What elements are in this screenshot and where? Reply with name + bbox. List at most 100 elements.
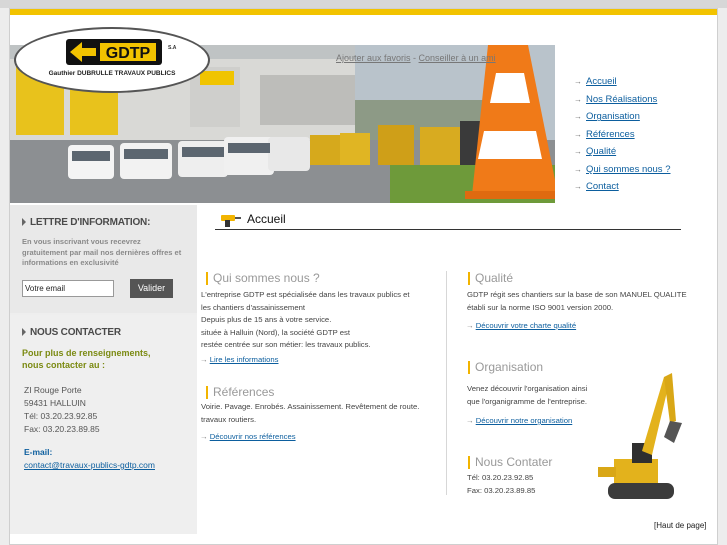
contact-address: ZI Rouge Porte 59431 HALLUIN Tél: 03.20.… (24, 384, 100, 436)
contacter-text: Tél: 03.20.23.92.85 Fax: 03.20.23.89.85 (467, 472, 617, 497)
heading-accent-bar (468, 455, 470, 469)
page-container: GDTP S.A Gauthier DUBRULLE TRAVAUX PUBLI… (9, 8, 718, 545)
arrow-right-icon: → (574, 94, 582, 104)
qui-link-row: → Lire les informations (200, 355, 278, 364)
contacter-phone: Tél: 03.20.23.92.85 (467, 473, 534, 482)
references-heading-text: Références (213, 385, 275, 399)
qualite-line: GDTP régit ses chantiers sur la base de … (467, 290, 687, 299)
arrow-right-icon: → (574, 129, 582, 139)
organisation-link[interactable]: Découvrir notre organisation (476, 416, 573, 425)
address-phone: Tél: 03.20.23.92.85 (24, 411, 98, 421)
contact-box: NOUS CONTACTER Pour plus de renseignemen… (10, 315, 197, 534)
qualite-line: établi sur la norme ISO 9001 version 200… (467, 302, 614, 312)
decouvrir-references-link[interactable]: Découvrir nos références (210, 432, 296, 441)
nav-item-qualite: → Qualité (574, 143, 670, 161)
contacter-fax: Fax: 03.20.23.89.85 (467, 485, 536, 495)
contact-lead-line-1: Pour plus de renseignements, (22, 348, 151, 358)
arrow-right-icon: → (574, 164, 582, 174)
address-fax: Fax: 03.20.23.89.85 (24, 424, 100, 434)
logo-brand-text: GDTP (106, 45, 151, 62)
qui-line: L'entreprise GDTP est spécialisée dans l… (201, 290, 410, 299)
nav-link-qualite[interactable]: Qualité (586, 146, 616, 157)
nav-item-accueil: → Accueil (574, 73, 670, 91)
email-label: E-mail: (24, 447, 53, 457)
nav-item-qui-sommes-nous: → Qui sommes nous ? (574, 161, 670, 179)
contacter-heading-text: Nous Contater (475, 455, 553, 469)
add-favorites-link[interactable]: Ajouter aux favoris (336, 53, 411, 63)
heading-accent-bar (468, 360, 470, 374)
references-text: Voirie. Pavage. Enrobés. Assainissement.… (201, 401, 441, 426)
nav-link-realisations[interactable]: Nos Réalisations (586, 94, 657, 105)
newsletter-box: LETTRE D'INFORMATION: En vous inscrivant… (10, 205, 197, 313)
nav-link-organisation[interactable]: Organisation (586, 111, 640, 122)
contact-lead: Pour plus de renseignements, nous contac… (22, 347, 151, 371)
back-to-top-link[interactable]: [Haut de page] (654, 521, 706, 530)
recommend-friend-link[interactable]: Conseiller à un ami (419, 53, 496, 63)
page-title-bar: Accueil (215, 209, 681, 230)
references-line: travaux routiers. (201, 414, 257, 424)
heading-accent-bar (468, 271, 470, 285)
qui-heading-text: Qui sommes nous ? (213, 271, 320, 285)
address-line: ZI Rouge Porte (24, 385, 82, 395)
newsletter-email-input[interactable]: Votre email (22, 280, 114, 297)
newsletter-submit-button[interactable]: Valider (130, 279, 173, 298)
qui-text: L'entreprise GDTP est spécialisée dans l… (201, 289, 441, 352)
logo-company-name: Gauthier DUBRULLE TRAVAUX PUBLICS (48, 70, 176, 77)
qualite-text: GDTP régit ses chantiers sur la base de … (467, 289, 717, 314)
organisation-link-row: → Découvrir notre organisation (466, 416, 572, 425)
column-divider (446, 271, 447, 495)
lire-informations-link[interactable]: Lire les informations (210, 355, 279, 364)
sidebar: LETTRE D'INFORMATION: En vous inscrivant… (10, 205, 197, 534)
excavator-image (598, 373, 682, 499)
arrow-right-icon: → (466, 416, 474, 425)
triangle-right-icon (22, 328, 26, 337)
nav-link-contact[interactable]: Contact (586, 181, 619, 192)
logo-sa: S.A (168, 45, 177, 51)
nav-item-organisation: → Organisation (574, 108, 670, 126)
organisation-heading: Organisation (468, 360, 543, 374)
qualite-heading-text: Qualité (475, 271, 514, 285)
qui-line: Depuis plus de 15 ans à votre service. (201, 315, 332, 324)
newsletter-title-text: LETTRE D'INFORMATION: (30, 217, 151, 228)
organisation-line: Venez découvrir l'organisation ainsi (467, 384, 588, 393)
nav-item-references: → Références (574, 126, 670, 144)
nav-link-references[interactable]: Références (586, 129, 635, 140)
arrow-right-icon: → (574, 112, 582, 122)
qualite-link-row: → Découvrir votre charte qualité (466, 321, 576, 330)
heading-accent-bar (206, 385, 208, 399)
company-logo[interactable]: GDTP S.A Gauthier DUBRULLE TRAVAUX PUBLI… (14, 27, 210, 93)
heading-accent-bar (206, 271, 208, 285)
newsletter-intro: En vous inscrivant vous recevrez gratuit… (22, 237, 182, 267)
contact-title-text: NOUS CONTACTER (30, 327, 121, 338)
contacter-heading: Nous Contater (468, 455, 552, 469)
drill-icon (221, 215, 241, 227)
nav-item-contact: → Contact (574, 178, 670, 196)
charte-qualite-link[interactable]: Découvrir votre charte qualité (476, 321, 576, 330)
organisation-heading-text: Organisation (475, 360, 544, 374)
gdtp-logo-mark: GDTP (66, 39, 162, 65)
references-heading: Références (206, 385, 274, 399)
nav-link-qui-sommes-nous[interactable]: Qui sommes nous ? (586, 164, 670, 175)
page-title: Accueil (247, 212, 286, 226)
main-nav: → Accueil → Nos Réalisations → Organisation… (574, 73, 670, 196)
qui-line: restée centrée sur son métier: les trava… (201, 340, 371, 349)
qui-line: les chantiers d'assainissement (201, 302, 306, 312)
arrow-right-icon: → (574, 147, 582, 157)
header: GDTP S.A Gauthier DUBRULLE TRAVAUX PUBLI… (10, 15, 717, 205)
references-line: Voirie. Pavage. Enrobés. Assainissement.… (201, 402, 420, 411)
nav-item-realisations: → Nos Réalisations (574, 91, 670, 109)
address-city: 59431 HALLUIN (24, 398, 86, 408)
top-links-separator: - (410, 53, 419, 63)
newsletter-title: LETTRE D'INFORMATION: (22, 217, 150, 228)
organisation-text: Venez découvrir l'organisation ainsi que… (467, 383, 617, 408)
top-links: Ajouter aux favoris - Conseiller à un am… (336, 53, 496, 63)
qui-line: située à Halluin (Nord), la société GDTP… (201, 327, 350, 337)
organisation-line: que l'organigramme de l'entreprise. (467, 396, 588, 406)
contact-title: NOUS CONTACTER (22, 327, 121, 338)
arrow-right-icon: → (200, 355, 208, 364)
nav-link-accueil[interactable]: Accueil (586, 76, 617, 87)
arrow-right-icon: → (574, 182, 582, 192)
contact-lead-line-2: nous contacter au : (22, 360, 106, 370)
references-link-row: → Découvrir nos références (200, 432, 296, 441)
contact-email-link[interactable]: contact@travaux-publics-gdtp.com (24, 460, 155, 470)
